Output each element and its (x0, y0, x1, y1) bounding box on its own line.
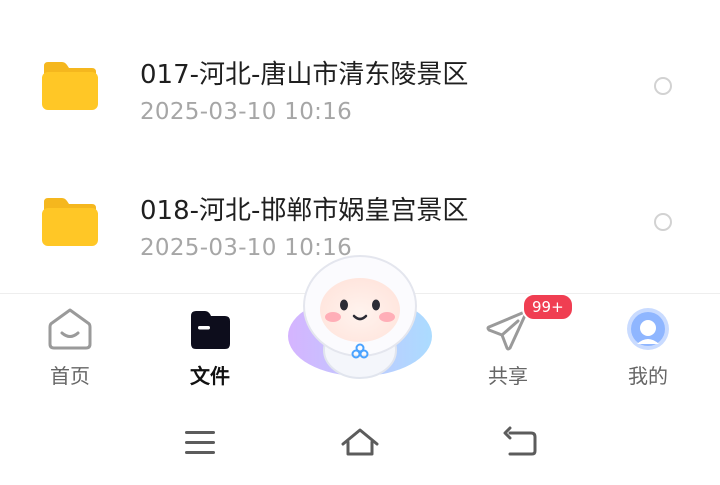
nav-label: 首页 (50, 364, 90, 388)
folder-icon (42, 198, 98, 246)
select-radio[interactable] (654, 213, 672, 231)
file-name: 018-河北-邯郸市娲皇宫景区 (140, 196, 469, 226)
nav-tab-profile[interactable]: 我的 (603, 300, 693, 390)
file-list-item[interactable]: 017-河北-唐山市清东陵景区 2025-03-10 10:16 (0, 22, 720, 142)
folder-icon (42, 62, 98, 110)
select-radio[interactable] (654, 77, 672, 95)
menu-icon[interactable] (178, 422, 222, 462)
share-notification-badge: 99+ (522, 293, 574, 321)
nav-assistant-mascot[interactable] (284, 250, 436, 386)
mascot-assistant-icon (288, 255, 432, 379)
profile-avatar-icon (627, 308, 669, 350)
back-icon[interactable] (498, 422, 542, 462)
nav-label: 共享 (488, 364, 528, 388)
file-modified-time: 2025-03-10 10:16 (140, 99, 353, 125)
file-icon (191, 311, 230, 349)
nav-label: 文件 (190, 364, 230, 388)
nav-tab-files[interactable]: 文件 (165, 300, 255, 390)
nav-tab-home[interactable]: 首页 (25, 300, 115, 390)
nav-label: 我的 (628, 364, 668, 388)
home-icon (48, 308, 92, 350)
home-icon[interactable] (338, 422, 382, 462)
file-name: 017-河北-唐山市清东陵景区 (140, 60, 469, 90)
